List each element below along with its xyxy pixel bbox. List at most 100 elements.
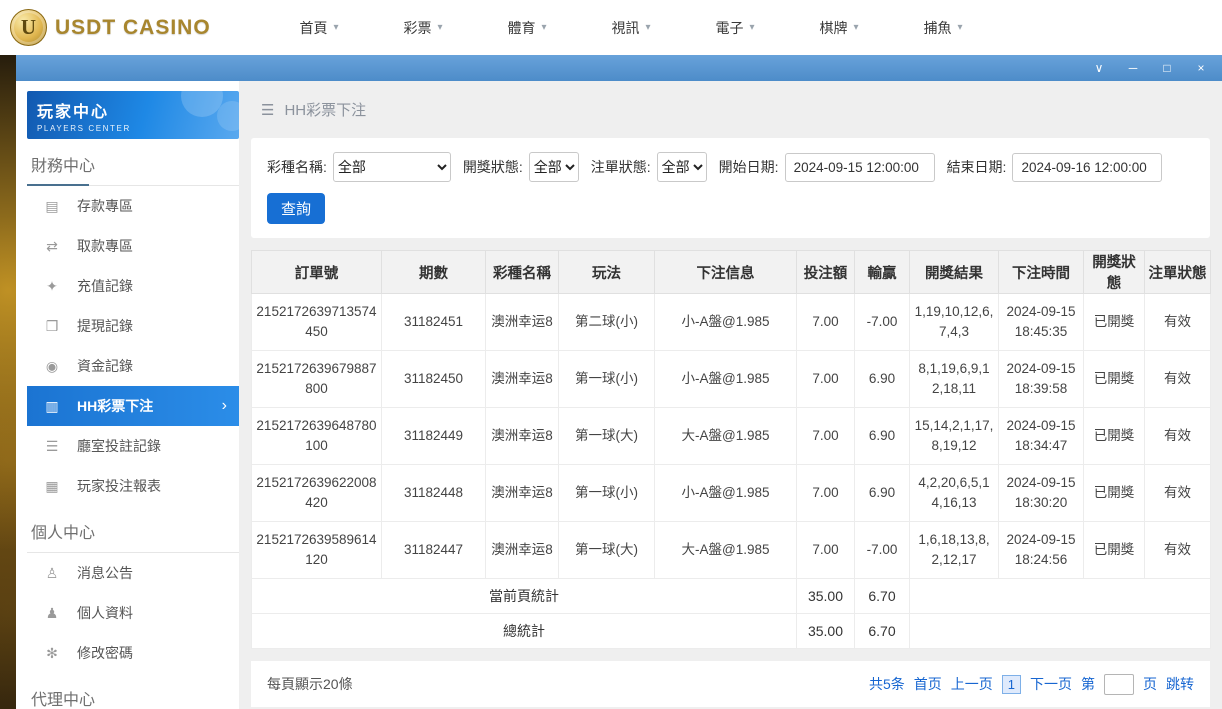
column-header: 下注信息 — [655, 251, 797, 294]
lottery-bet-icon: ▥ — [43, 398, 61, 415]
sidebar-item-label: 存款專區 — [77, 196, 133, 216]
jump-button[interactable]: 跳转 — [1166, 674, 1194, 694]
menu-icon[interactable]: ☰ — [261, 101, 274, 119]
nav-item-1[interactable]: 首頁▾ — [267, 18, 371, 38]
cell: 31182448 — [382, 465, 486, 522]
sidebar-item-label: 個人資料 — [77, 603, 133, 623]
cell: 有效 — [1145, 351, 1211, 408]
sidebar-item-lottery-bet[interactable]: ▥ HH彩票下注 › — [27, 386, 239, 426]
cell: 6.90 — [855, 351, 910, 408]
hall-bet-record-icon: ☰ — [43, 438, 61, 455]
withdraw-icon: ⇄ — [43, 238, 61, 255]
cell: 2024-09-15 18:24:56 — [999, 522, 1084, 579]
sidebar-item-funds-record[interactable]: ◉資金記錄 — [27, 346, 239, 386]
table-row: 215217263971357445031182451澳洲幸运8第二球(小)小-… — [252, 294, 1211, 351]
cell: 7.00 — [797, 294, 855, 351]
sidebar-header-title: 玩家中心 — [37, 98, 229, 122]
bets-table: 訂單號期數彩種名稱玩法下注信息投注額輸贏開獎結果下注時間開獎狀態注單狀態 215… — [251, 250, 1211, 649]
chevron-right-icon: › — [222, 397, 227, 415]
sidebar-item-announcement[interactable]: ♙消息公告 — [27, 553, 239, 593]
cell: 1,6,18,13,8,2,12,17 — [910, 522, 999, 579]
column-header: 期數 — [382, 251, 486, 294]
cell: 有效 — [1145, 294, 1211, 351]
nav-item-4[interactable]: 視訊▾ — [579, 18, 683, 38]
nav-item-3[interactable]: 體育▾ — [475, 18, 579, 38]
sidebar-item-withdraw[interactable]: ⇄ 取款專區 — [27, 226, 239, 266]
cell: 1,19,10,12,6,7,4,3 — [910, 294, 999, 351]
close-button[interactable]: × — [1194, 62, 1208, 74]
cell: 已開獎 — [1084, 294, 1145, 351]
summary-winloss-total: 6.70 — [855, 579, 910, 614]
nav-item-7[interactable]: 捕魚▾ — [891, 18, 995, 38]
summary-label: 當前頁統計 — [252, 579, 797, 614]
nav-item-label: 視訊 — [611, 18, 639, 38]
cell: 已開獎 — [1084, 465, 1145, 522]
lottery-name-select[interactable]: 全部 — [333, 152, 451, 182]
cell: -7.00 — [855, 294, 910, 351]
start-date-input[interactable] — [785, 153, 935, 182]
end-date-input[interactable] — [1012, 153, 1162, 182]
sidebar-item-deposit[interactable]: ▤存款專區 — [27, 186, 239, 226]
minimize-button[interactable]: ─ — [1126, 62, 1140, 74]
nav-item-label: 體育 — [507, 18, 535, 38]
next-page-link[interactable]: 下一页 — [1030, 674, 1072, 694]
cashout-record-icon: ❒ — [43, 318, 61, 335]
search-button[interactable]: 查詢 — [267, 193, 325, 224]
draw-status-select[interactable]: 全部 — [529, 152, 579, 182]
chevron-down-icon: ▾ — [957, 22, 962, 33]
nav-item-6[interactable]: 棋牌▾ — [787, 18, 891, 38]
page-jump-input[interactable] — [1104, 674, 1134, 695]
collapse-button[interactable]: ∨ — [1092, 62, 1106, 74]
sidebar-item-password[interactable]: ✻修改密碼 — [27, 633, 239, 673]
order-status-select[interactable]: 全部 — [657, 152, 707, 182]
sidebar-item-label: 取款專區 — [77, 236, 133, 256]
sidebar-item-hall-bet-record[interactable]: ☰廳室投註記錄 — [27, 426, 239, 466]
nav-item-label: 彩票 — [403, 18, 431, 38]
window-titlebar: ∨ ─ □ × — [16, 55, 1222, 81]
window-body: 玩家中心 PLAYERS CENTER 財務中心▤存款專區⇄取款專區✦充值記錄❒… — [16, 81, 1222, 709]
table-footer: 每頁顯示20條 共5条 首页 上一页 1 下一页 第 页 跳转 — [251, 661, 1210, 707]
filter-label: 注單狀態: — [591, 157, 651, 177]
current-page-indicator[interactable]: 1 — [1002, 675, 1021, 694]
cell: 澳洲幸运8 — [486, 465, 559, 522]
cell: 31182451 — [382, 294, 486, 351]
bets-table-panel: 訂單號期數彩種名稱玩法下注信息投注額輸贏開獎結果下注時間開獎狀態注單狀態 215… — [251, 250, 1210, 649]
coin-logo-icon: U — [10, 9, 47, 46]
first-page-link[interactable]: 首页 — [914, 674, 942, 694]
sidebar-item-profile[interactable]: ♟個人資料 — [27, 593, 239, 633]
cell: 6.90 — [855, 408, 910, 465]
sidebar-item-label: HH彩票下注 — [77, 396, 153, 416]
logo[interactable]: U USDT CASINO — [10, 9, 225, 46]
summary-empty-cell — [910, 614, 1211, 649]
column-header: 下注時間 — [999, 251, 1084, 294]
sidebar-item-cashout-record[interactable]: ❒提現記錄 — [27, 306, 239, 346]
prev-page-link[interactable]: 上一页 — [951, 674, 993, 694]
cell: 澳洲幸运8 — [486, 408, 559, 465]
column-header: 投注額 — [797, 251, 855, 294]
maximize-button[interactable]: □ — [1160, 62, 1174, 74]
filter-start-date: 開始日期: — [719, 153, 935, 182]
jump-prefix-label: 第 — [1081, 674, 1095, 694]
summary-bet-total: 35.00 — [797, 614, 855, 649]
nav-item-2[interactable]: 彩票▾ — [371, 18, 475, 38]
cell: 2152172639679887800 — [252, 351, 382, 408]
table-row: 215217263958961412031182447澳洲幸运8第一球(大)大-… — [252, 522, 1211, 579]
button-row: 查詢 — [267, 193, 1194, 224]
page-size-text: 每頁顯示20條 — [267, 674, 353, 694]
cell: 第一球(大) — [559, 408, 655, 465]
sidebar-item-player-report[interactable]: ▦玩家投注報表 — [27, 466, 239, 506]
cell: 有效 — [1145, 465, 1211, 522]
cell: 大-A盤@1.985 — [655, 408, 797, 465]
funds-record-icon: ◉ — [43, 358, 61, 375]
nav-item-5[interactable]: 電子▾ — [683, 18, 787, 38]
column-header: 開獎結果 — [910, 251, 999, 294]
sidebar-sections: 財務中心▤存款專區⇄取款專區✦充值記錄❒提現記錄◉資金記錄▥HH彩票下注›☰廳室… — [27, 139, 239, 709]
cell: 第一球(小) — [559, 465, 655, 522]
column-header: 輸贏 — [855, 251, 910, 294]
column-header: 訂單號 — [252, 251, 382, 294]
sidebar-item-recharge-record[interactable]: ✦充值記錄 — [27, 266, 239, 306]
filter-order-status: 注單狀態: 全部 — [591, 152, 707, 182]
nav-menu: 首頁▾彩票▾體育▾視訊▾電子▾棋牌▾捕魚▾ — [267, 18, 995, 38]
summary-winloss-total: 6.70 — [855, 614, 910, 649]
sidebar-item-label: 消息公告 — [77, 563, 133, 583]
